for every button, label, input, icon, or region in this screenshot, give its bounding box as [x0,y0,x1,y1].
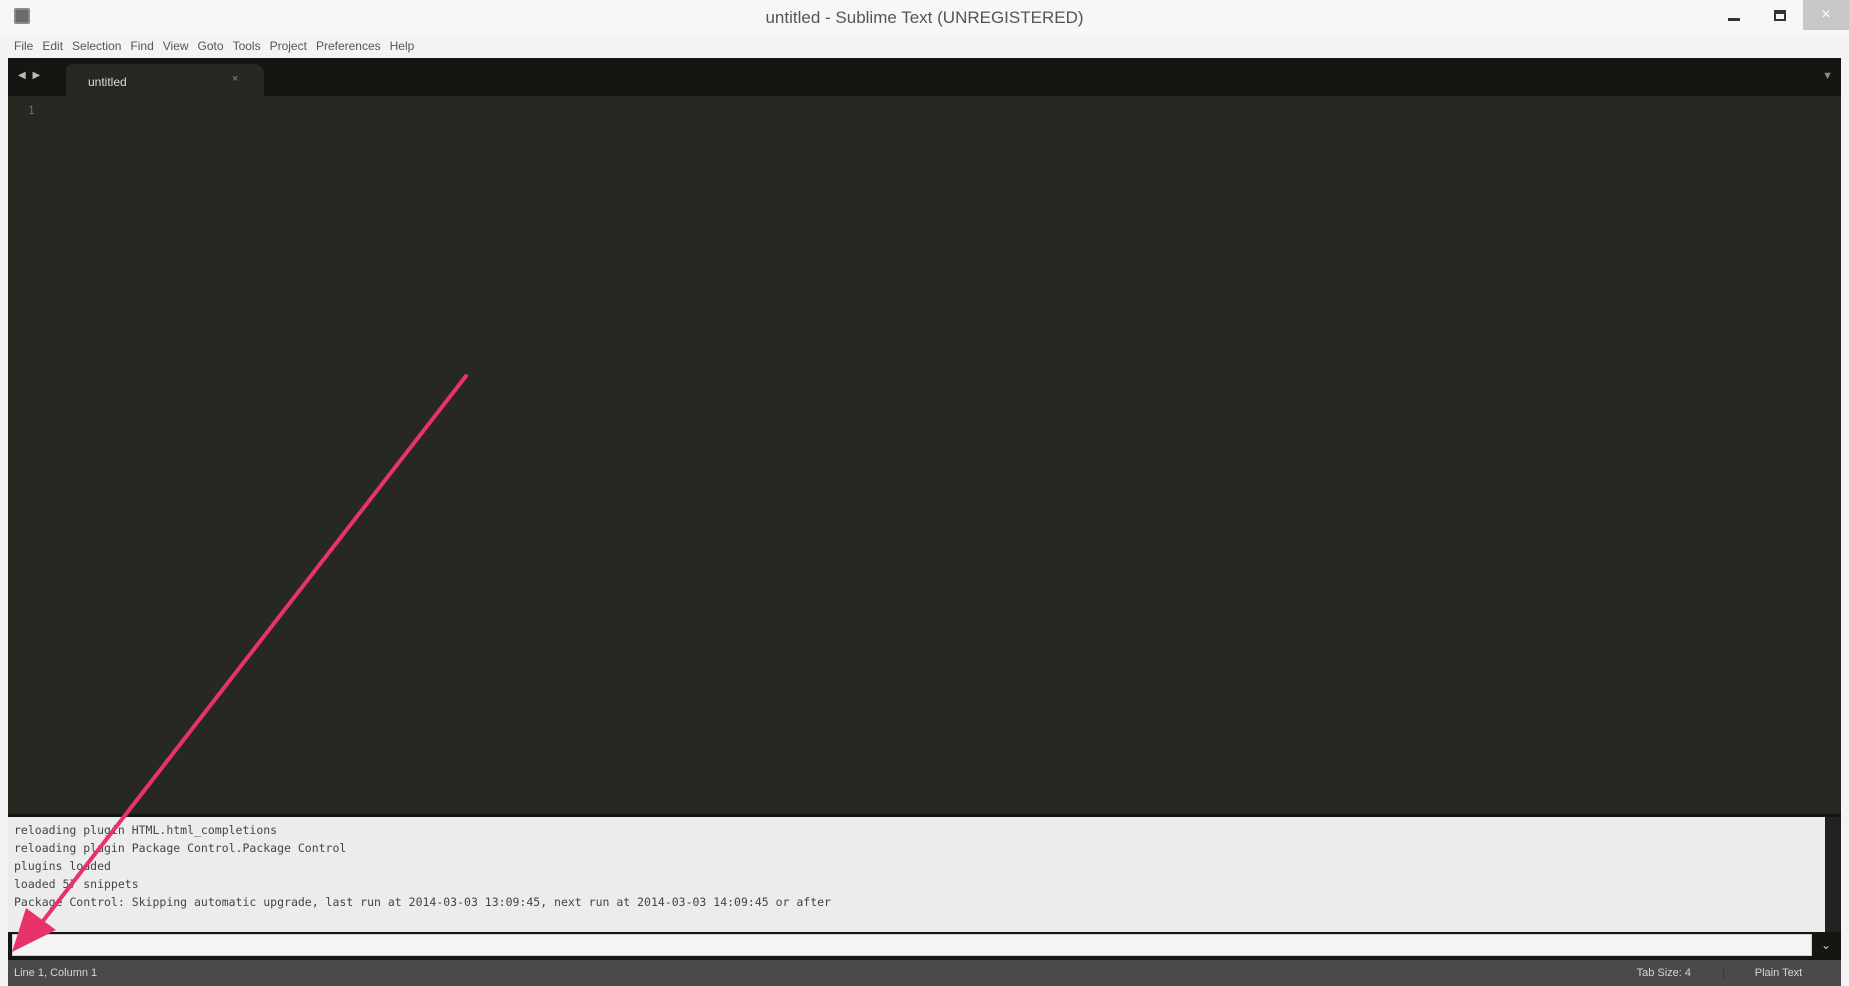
editor-area[interactable]: 1 [8,96,1841,814]
status-bar: Line 1, Column 1 Tab Size: 4 Plain Text [8,960,1841,986]
menu-tools[interactable]: Tools [233,39,261,53]
close-icon: × [1821,6,1831,23]
console-line: Package Control: Skipping automatic upgr… [14,895,831,909]
console-input-bar: ⌄ [8,932,1841,960]
status-tab-size[interactable]: Tab Size: 4 [1637,967,1691,979]
status-syntax[interactable]: Plain Text [1723,967,1833,979]
window-controls: × [1711,0,1849,30]
console-line: plugins loaded [14,859,111,873]
tab-close-icon[interactable]: × [232,73,238,85]
close-button[interactable]: × [1803,0,1849,30]
chevron-down-icon[interactable]: ⌄ [1815,936,1837,954]
sublime-window: untitled - Sublime Text (UNREGISTERED) ×… [0,0,1849,986]
menu-project[interactable]: Project [270,39,307,53]
menu-view[interactable]: View [163,39,189,53]
line-number: 1 [28,104,35,117]
minimize-icon [1728,17,1740,21]
menu-edit[interactable]: Edit [42,39,63,53]
console-line: reloading plugin HTML.html_completions [14,823,278,837]
menu-file[interactable]: File [14,39,33,53]
status-cursor-position: Line 1, Column 1 [14,967,98,979]
tab-bar: ◀ ▶ untitled × ▼ [8,58,1841,96]
menu-help[interactable]: Help [390,39,415,53]
menu-goto[interactable]: Goto [198,39,224,53]
restore-button[interactable] [1757,0,1803,30]
menu-preferences[interactable]: Preferences [316,39,381,53]
menu-bar: File Edit Selection Find View Goto Tools… [0,36,1849,56]
tab-nav-arrows-icon[interactable]: ◀ ▶ [18,70,42,81]
console-line: loaded 57 snippets [14,877,139,891]
tab-menu-icon[interactable]: ▼ [1822,70,1833,82]
window-title: untitled - Sublime Text (UNREGISTERED) [765,8,1084,27]
tab-label: untitled [88,75,127,89]
restore-icon [1774,9,1786,21]
minimize-button[interactable] [1711,0,1757,30]
console-input[interactable] [12,934,1812,956]
menu-selection[interactable]: Selection [72,39,121,53]
console-panel: reloading plugin HTML.html_completionsre… [8,814,1841,932]
tab-untitled[interactable]: untitled × [66,64,264,96]
console-line: reloading plugin Package Control.Package… [14,841,347,855]
menu-find[interactable]: Find [130,39,153,53]
title-bar: untitled - Sublime Text (UNREGISTERED) × [0,0,1849,38]
console-scrollbar[interactable] [1825,817,1841,932]
console-output: reloading plugin HTML.html_completionsre… [14,821,831,911]
